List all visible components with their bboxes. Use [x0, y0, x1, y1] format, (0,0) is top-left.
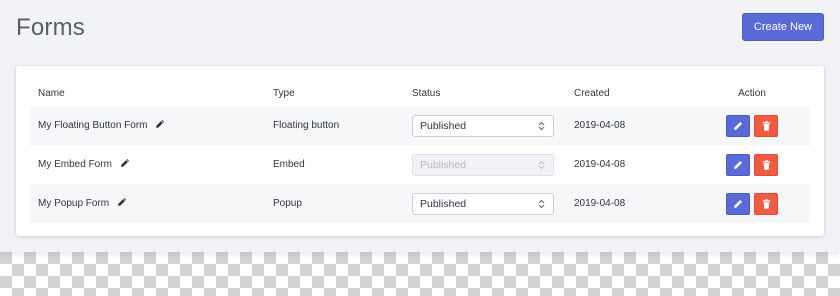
table-row: My Popup Form Popup Published 2019-04-08 — [30, 184, 810, 223]
form-type: Popup — [265, 184, 404, 223]
status-select-value: Published — [420, 197, 467, 210]
form-name: My Embed Form — [38, 159, 112, 170]
status-select-value: Published — [420, 119, 467, 132]
pencil-icon[interactable] — [120, 158, 130, 171]
column-header-created: Created — [574, 87, 610, 99]
pencil-icon — [734, 199, 743, 208]
action-cell — [718, 106, 810, 145]
status-select[interactable]: Published — [412, 192, 554, 215]
trash-icon — [762, 159, 770, 170]
edit-button[interactable] — [726, 192, 750, 215]
column-header-status: Status — [412, 87, 441, 99]
status-cell: Published — [404, 106, 566, 145]
form-type: Embed — [273, 159, 305, 170]
delete-button[interactable] — [754, 192, 778, 215]
status-select: Published — [412, 153, 554, 176]
status-select-value: Published — [420, 158, 467, 171]
pencil-icon — [734, 160, 743, 169]
table-row: My Embed Form Embed Published 2019-04-08 — [30, 145, 810, 184]
table-header-row: Name Type Status Created Action — [30, 80, 810, 106]
action-cell — [718, 184, 810, 223]
trash-icon — [762, 120, 770, 131]
create-new-button[interactable]: Create New — [741, 13, 824, 41]
form-name-cell: My Embed Form — [30, 145, 265, 184]
edit-button[interactable] — [726, 114, 750, 137]
column-header-name: Name — [38, 87, 65, 99]
form-type: Floating button — [265, 106, 404, 145]
pencil-icon[interactable] — [117, 197, 127, 210]
trash-icon — [762, 198, 770, 209]
pencil-icon[interactable] — [155, 119, 165, 132]
app-frame: Forms Create New Name Type Status Create… — [0, 0, 840, 252]
pencil-icon — [734, 121, 743, 130]
action-cell — [718, 145, 810, 184]
delete-button[interactable] — [754, 153, 778, 176]
form-name-cell: My Popup Form — [30, 184, 265, 223]
forms-card: Name Type Status Created Action My Float… — [16, 66, 824, 236]
chevron-up-down-icon — [538, 121, 545, 131]
column-header-type: Type — [273, 87, 295, 99]
form-name-cell: My Floating Button Form — [30, 106, 265, 145]
status-cell: Published — [404, 184, 566, 223]
chevron-up-down-icon — [538, 199, 545, 209]
column-header-action: Action — [738, 87, 766, 99]
table-row: My Floating Button Form Floating button … — [30, 106, 810, 145]
chevron-up-down-icon — [538, 160, 545, 170]
edit-button[interactable] — [726, 153, 750, 176]
forms-table: Name Type Status Created Action My Float… — [30, 80, 810, 223]
page-title: Forms — [16, 14, 85, 41]
delete-button[interactable] — [754, 114, 778, 137]
status-select[interactable]: Published — [412, 114, 554, 137]
form-name: My Floating Button Form — [38, 120, 148, 131]
status-cell: Published — [404, 145, 566, 184]
form-name: My Popup Form — [38, 198, 110, 209]
